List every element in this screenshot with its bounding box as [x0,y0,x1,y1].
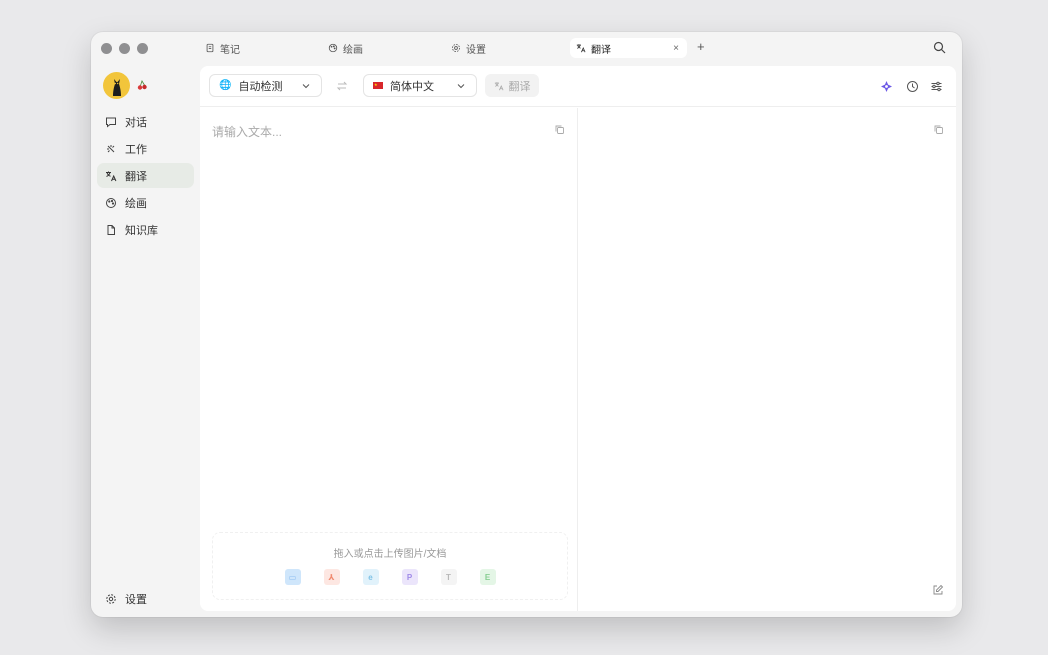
sidebar-item-label: 知识库 [125,224,158,237]
sidebar-item-label: 翻译 [125,170,147,183]
swap-icon[interactable] [336,80,348,92]
upload-dropzone[interactable]: 拖入或点击上传图片/文档 ▭ ⅄ e P T E [212,532,568,600]
tab-translate[interactable]: 翻译 × [570,38,687,58]
sidebar-item-work[interactable]: 工作 [97,136,194,161]
tab-label: 绘画 [343,44,363,56]
chevron-down-icon [302,84,310,89]
sidebar-item-painting[interactable]: 绘画 [97,190,194,215]
chat-icon [106,117,116,128]
translate-icon [106,171,117,181]
file-type-icon: T [440,569,457,585]
sliders-icon[interactable] [930,80,943,93]
history-icon[interactable] [906,80,919,93]
tab-label: 翻译 [591,44,611,56]
search-icon[interactable] [933,41,946,54]
tab-painting[interactable]: 绘画 [322,38,369,58]
translate-button[interactable]: 翻译 [485,74,539,97]
sidebar-item-label: 工作 [125,143,147,156]
target-language-value: 简体中文 [390,80,434,93]
palette-icon [106,197,116,208]
tab-settings[interactable]: 设置 [445,38,492,58]
sidebar-item-knowledge-base[interactable]: 知识库 [97,217,194,242]
add-tab-button[interactable]: + [697,40,705,54]
file-type-icons: ▭ ⅄ e P T E [213,569,567,585]
translate-panel: 🌐 自动检测 ★ 简体中文 翻译 拖入或点击上传图片/文档 [200,66,956,611]
tab-label: 笔记 [220,44,240,56]
tab-close-button[interactable]: × [673,43,679,54]
upload-hint: 拖入或点击上传图片/文档 [333,549,447,560]
cherry-icon [137,80,147,90]
globe-icon: 🌐 [219,80,232,91]
target-language-select[interactable]: ★ 简体中文 [363,74,477,97]
translate-icon [576,44,586,53]
file-type-icon: e [362,569,379,585]
flag-icon: ★ [373,82,383,89]
maximize-window-button[interactable] [137,43,148,54]
edit-icon[interactable] [932,584,944,596]
model-icon[interactable] [880,80,893,93]
close-window-button[interactable] [101,43,112,54]
source-language-select[interactable]: 🌐 自动检测 [209,74,322,97]
translate-icon [494,81,503,90]
translate-toolbar: 🌐 自动检测 ★ 简体中文 翻译 [200,66,956,107]
gear-icon [452,44,460,52]
copy-icon[interactable] [933,124,944,135]
sidebar-settings[interactable]: 设置 [105,591,147,607]
file-type-icon: ▭ [284,569,301,585]
result-pane [579,108,956,611]
source-text-input[interactable] [212,122,542,142]
sidebar-item-label: 对话 [125,116,147,129]
sparkle-icon [107,144,115,152]
palette-icon [328,43,338,53]
sidebar-item-translate[interactable]: 翻译 [97,163,194,188]
app-window: 笔记 绘画 设置 翻译 × + 对话 工作 翻译 绘画 知识库 设置 🌐 自动检… [91,32,962,617]
source-pane: 拖入或点击上传图片/文档 ▭ ⅄ e P T E [200,108,578,611]
chevron-down-icon [457,84,465,89]
tab-label: 设置 [466,44,486,56]
file-type-icon: ⅄ [323,569,340,585]
note-icon [206,43,214,53]
translate-button-label: 翻译 [508,80,531,93]
sidebar-item-label: 绘画 [125,197,147,210]
gear-icon [106,594,116,604]
source-language-value: 自动检测 [238,80,283,93]
file-type-icon: E [479,569,496,585]
file-type-icon: P [401,569,418,585]
tab-notes[interactable]: 笔记 [199,38,246,58]
settings-label: 设置 [125,594,147,606]
avatar[interactable] [103,72,130,99]
sidebar-item-chat[interactable]: 对话 [97,109,194,134]
window-controls [101,43,148,54]
copy-icon[interactable] [554,124,565,135]
file-icon [107,224,115,235]
minimize-window-button[interactable] [119,43,130,54]
